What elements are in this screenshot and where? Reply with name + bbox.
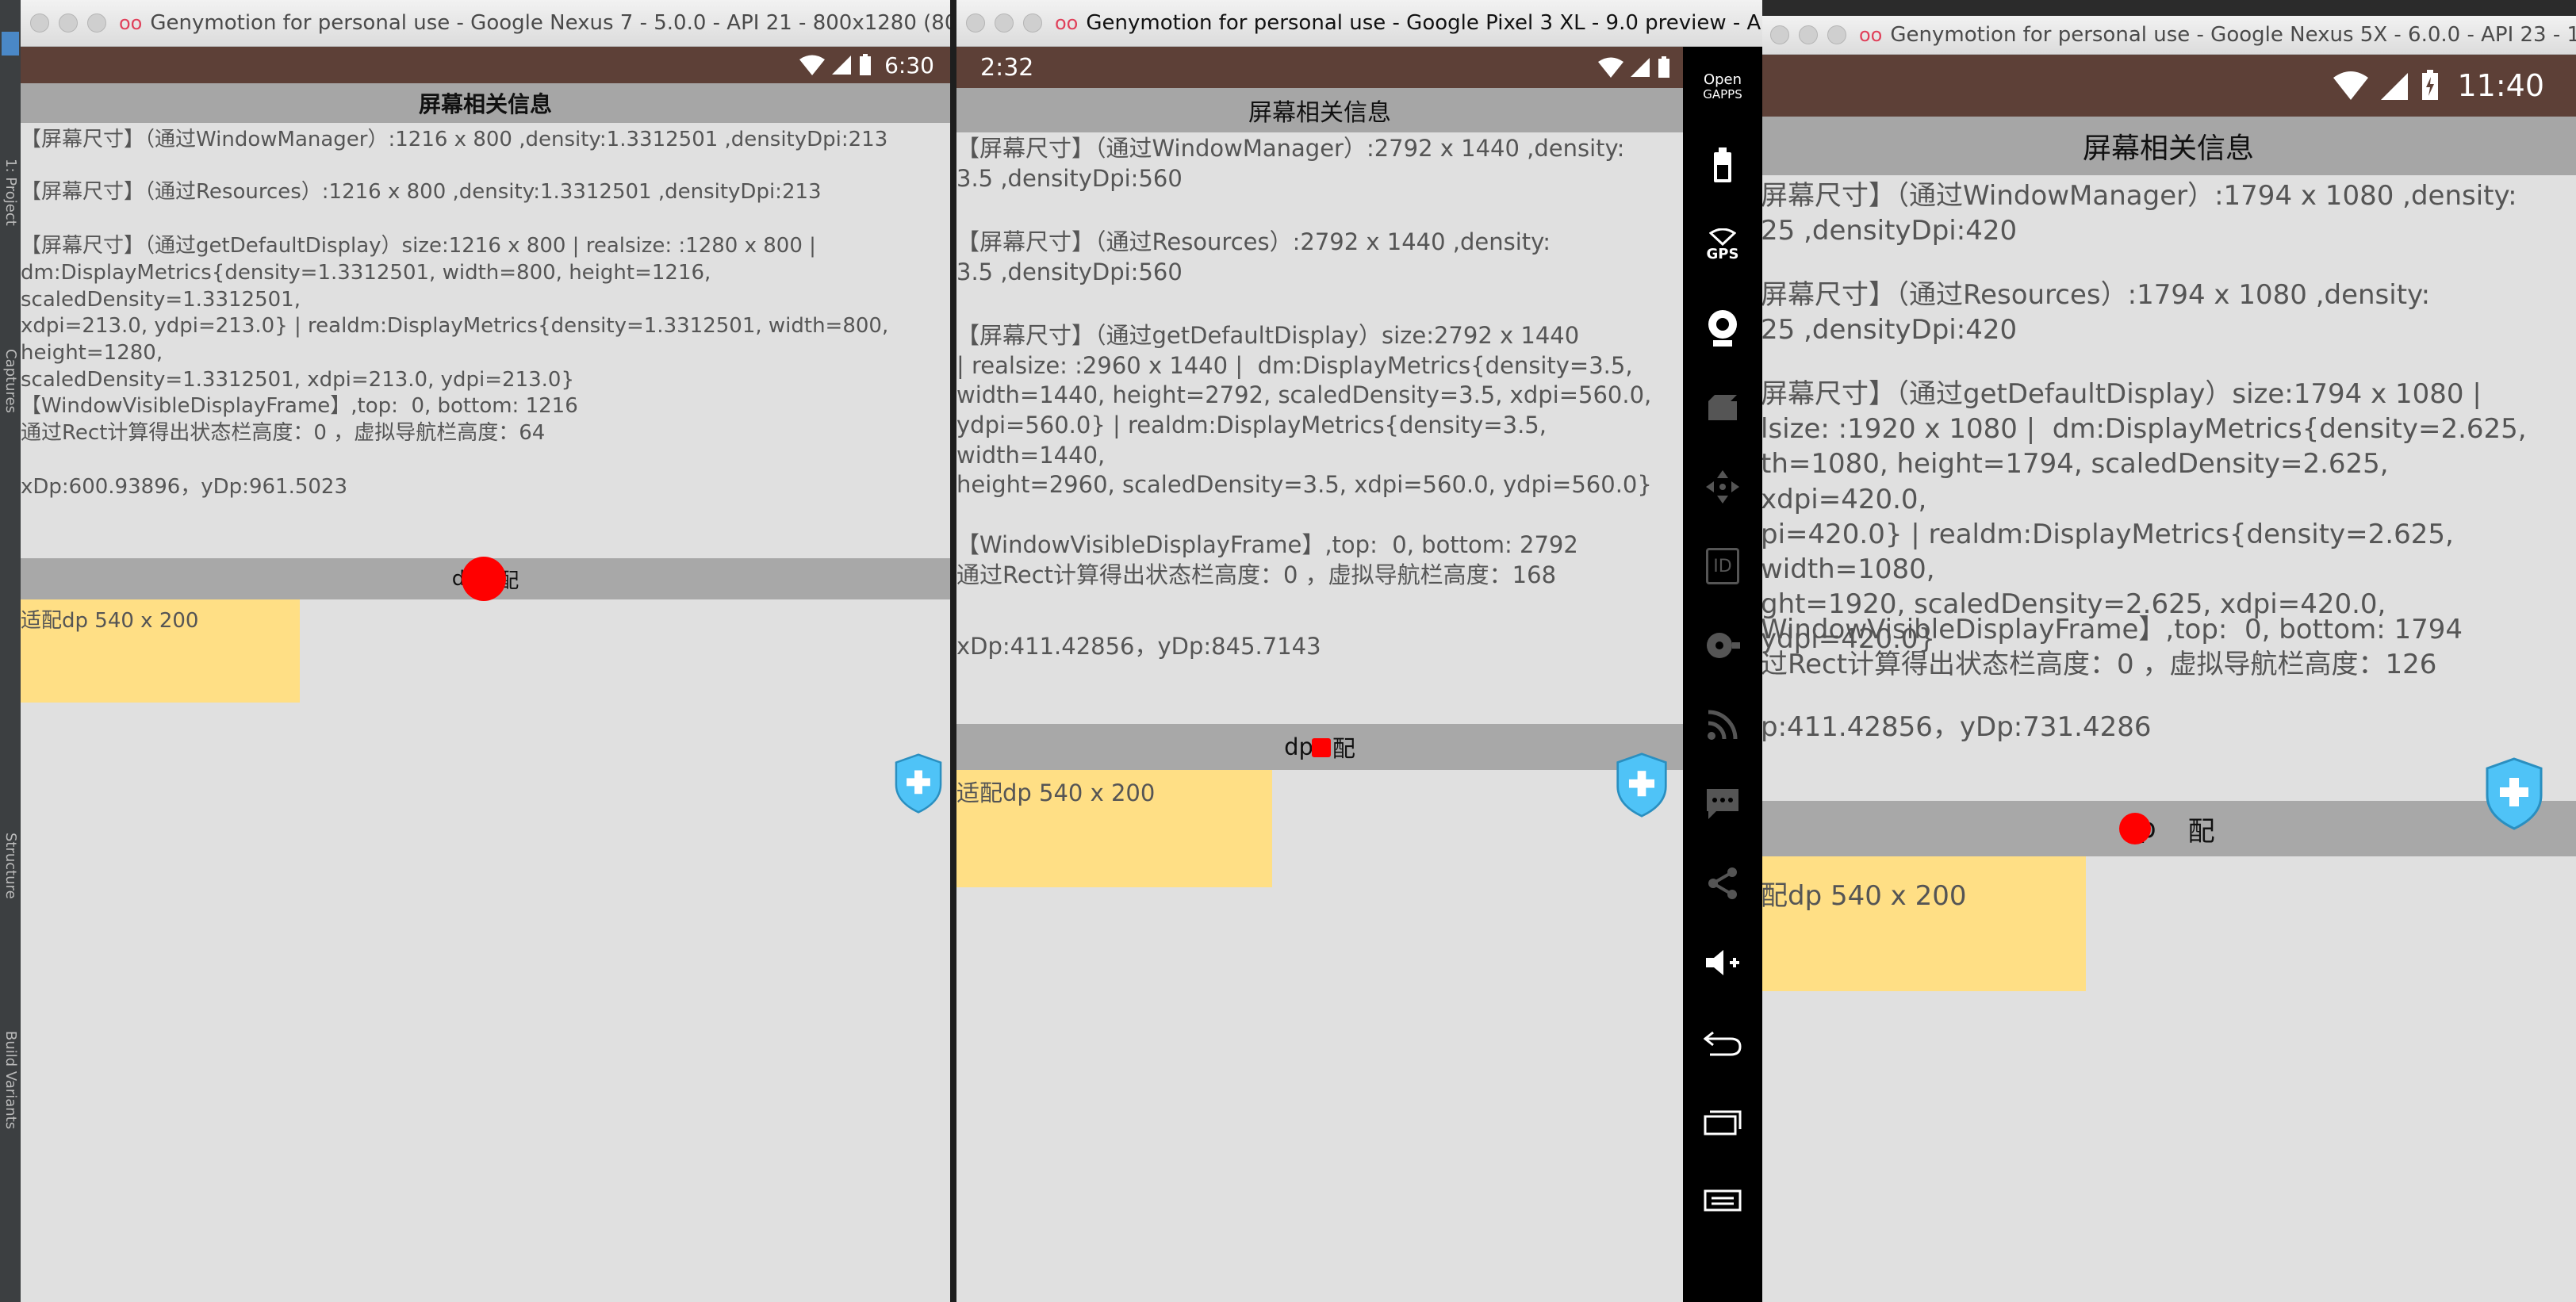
- back-icon[interactable]: [1683, 1018, 1762, 1066]
- dp-info: p:411.42856，yDp:731.4286: [1761, 711, 2152, 743]
- emulator-window-nexus5x: oo Genymotion for personal use - Google …: [1761, 16, 2576, 1302]
- page-title: 屏幕相关信息: [2082, 132, 2254, 165]
- default-display-info: 【屏幕尺寸】（通过getDefaultDisplay）size:2792 x 1…: [956, 322, 1652, 499]
- window-titlebar[interactable]: oo Genymotion for personal use - Google …: [1761, 16, 2576, 55]
- page-title: 屏幕相关信息: [418, 91, 552, 117]
- close-window-icon[interactable]: [30, 13, 49, 33]
- dp-sample-box: 适配dp 540 x 200: [956, 770, 1272, 887]
- windowmanager-info: 【屏幕尺寸】（通过WindowManager）:1216 x 800 ,dens…: [21, 128, 888, 151]
- zoom-window-icon[interactable]: [1023, 13, 1042, 33]
- close-window-icon[interactable]: [1770, 25, 1789, 44]
- network-icon[interactable]: [1683, 701, 1762, 749]
- sms-icon[interactable]: [1683, 780, 1762, 828]
- wifi-icon: [1598, 57, 1623, 78]
- windowmanager-info: 屏幕尺寸】（通过WindowManager）:1794 x 1080 ,dens…: [1761, 180, 2517, 247]
- ide-side-panel: 1: Project Captures Structure Build Vari…: [0, 0, 21, 1302]
- identifiers-icon[interactable]: ID: [1683, 542, 1762, 590]
- dp-info: xDp:411.42856，yDp:845.7143: [956, 633, 1321, 660]
- dp-sample-box: 配dp 540 x 200: [1761, 856, 2086, 991]
- resources-info: 屏幕尺寸】（通过Resources）:1794 x 1080 ,density:…: [1761, 279, 2431, 347]
- red-dot: [1312, 738, 1331, 757]
- opengapps-icon[interactable]: Open GAPPS: [1683, 63, 1762, 110]
- genymotion-logo-icon: oo: [1055, 12, 1079, 34]
- shield-plus-icon[interactable]: [893, 753, 944, 814]
- genymotion-logo-icon: oo: [1859, 24, 1883, 46]
- visible-frame-info: 【WindowVisibleDisplayFrame】,top: 0, bott…: [21, 394, 578, 445]
- signal-icon: [2381, 73, 2409, 100]
- side-tab-structure[interactable]: Structure: [2, 833, 19, 991]
- windowmanager-info: 【屏幕尺寸】（通过WindowManager）:2792 x 1440 ,den…: [956, 135, 1625, 192]
- volume-up-icon[interactable]: [1683, 939, 1762, 986]
- window-title: Genymotion for personal use - Google Nex…: [150, 11, 950, 35]
- dp-sample-label: 配dp 540 x 200: [1761, 880, 1967, 912]
- red-dot: [462, 557, 506, 601]
- page-title: 屏幕相关信息: [1248, 99, 1391, 127]
- close-window-icon[interactable]: [966, 13, 985, 33]
- app-bar: 屏幕相关信息: [21, 83, 950, 123]
- window-title: Genymotion for personal use - Google Pix…: [1086, 11, 1762, 35]
- status-time: 6:30: [884, 52, 934, 79]
- window-titlebar[interactable]: oo Genymotion for personal use - Google …: [956, 0, 1762, 47]
- minimize-window-icon[interactable]: [995, 13, 1014, 33]
- status-time: 2:32: [980, 53, 1034, 82]
- dp-info: xDp:600.93896，yDp:961.5023: [21, 475, 348, 499]
- folder-icon[interactable]: [2, 32, 19, 56]
- red-dot: [2119, 813, 2151, 844]
- menu-icon[interactable]: [1683, 1177, 1762, 1224]
- battery-charging-icon: [2422, 70, 2439, 100]
- dpad-icon[interactable]: [1683, 463, 1762, 511]
- zoom-window-icon[interactable]: [87, 13, 106, 33]
- shield-plus-icon[interactable]: [2484, 757, 2544, 830]
- signal-icon: [832, 56, 852, 75]
- status-bar: 6:30: [21, 47, 950, 83]
- app-bar: 屏幕相关信息: [1761, 117, 2576, 175]
- wifi-icon: [2333, 71, 2369, 100]
- status-time: 11:40: [2457, 68, 2544, 103]
- share-icon[interactable]: [1683, 860, 1762, 907]
- battery-icon: [860, 54, 872, 75]
- signal-icon: [1631, 58, 1650, 77]
- resources-info: 【屏幕尺寸】（通过Resources）:2792 x 1440 ,density…: [956, 228, 1551, 285]
- window-titlebar[interactable]: oo Genymotion for personal use - Google …: [21, 0, 950, 47]
- side-tab-captures[interactable]: Captures: [2, 349, 19, 476]
- status-bar: 2:32: [956, 47, 1683, 88]
- window-title: Genymotion for personal use - Google Nex…: [1890, 23, 2576, 47]
- disk-io-icon[interactable]: [1683, 622, 1762, 669]
- status-bar: 11:40: [1761, 55, 2576, 117]
- device-screen: 2:32 屏幕相关信息 【屏幕尺寸】（通过WindowManager）:2792…: [956, 47, 1683, 1302]
- battery-widget-icon[interactable]: [1683, 142, 1762, 190]
- section-title-prefix: dp: [1284, 733, 1313, 760]
- wifi-icon: [799, 55, 826, 75]
- webcam-icon[interactable]: [1683, 304, 1762, 352]
- resources-info: 【屏幕尺寸】（通过Resources）:1216 x 800 ,density:…: [21, 180, 822, 204]
- minimize-window-icon[interactable]: [59, 13, 78, 33]
- zoom-window-icon[interactable]: [1827, 25, 1846, 44]
- dp-adapt-section-header: dp配: [1761, 801, 2576, 856]
- side-tab-build-variants[interactable]: Build Variants: [2, 1031, 19, 1229]
- genymotion-toolbar: Open GAPPS GPS ID: [1683, 47, 1762, 1302]
- emulator-window-nexus7: oo Genymotion for personal use - Google …: [21, 0, 950, 1302]
- visible-frame-info: 【WindowVisibleDisplayFrame】,top: 0, bott…: [956, 531, 1578, 588]
- recent-apps-icon[interactable]: [1683, 1097, 1762, 1145]
- default-display-info: 【屏幕尺寸】（通过getDefaultDisplay）size:1216 x 8…: [21, 234, 889, 392]
- app-bar: 屏幕相关信息: [956, 88, 1683, 132]
- gps-icon[interactable]: GPS: [1683, 221, 1762, 269]
- emulator-window-pixel3xl: oo Genymotion for personal use - Google …: [950, 0, 1762, 1302]
- visible-frame-info: WindowVisibleDisplayFrame】,top: 0, botto…: [1761, 614, 2463, 681]
- dp-sample-label: 适配dp 540 x 200: [956, 779, 1156, 806]
- shield-plus-icon[interactable]: [1615, 752, 1669, 818]
- section-title-suffix: 配: [2187, 815, 2215, 848]
- dp-sample-box: 适配dp 540 x 200: [21, 599, 300, 703]
- screencast-icon[interactable]: [1683, 384, 1762, 431]
- battery-icon: [1658, 56, 1669, 78]
- dp-sample-label: 适配dp 540 x 200: [21, 609, 199, 633]
- side-tab-project[interactable]: 1: Project: [2, 159, 19, 317]
- genymotion-logo-icon: oo: [119, 12, 143, 34]
- section-title-suffix: 配: [1332, 735, 1355, 762]
- minimize-window-icon[interactable]: [1799, 25, 1818, 44]
